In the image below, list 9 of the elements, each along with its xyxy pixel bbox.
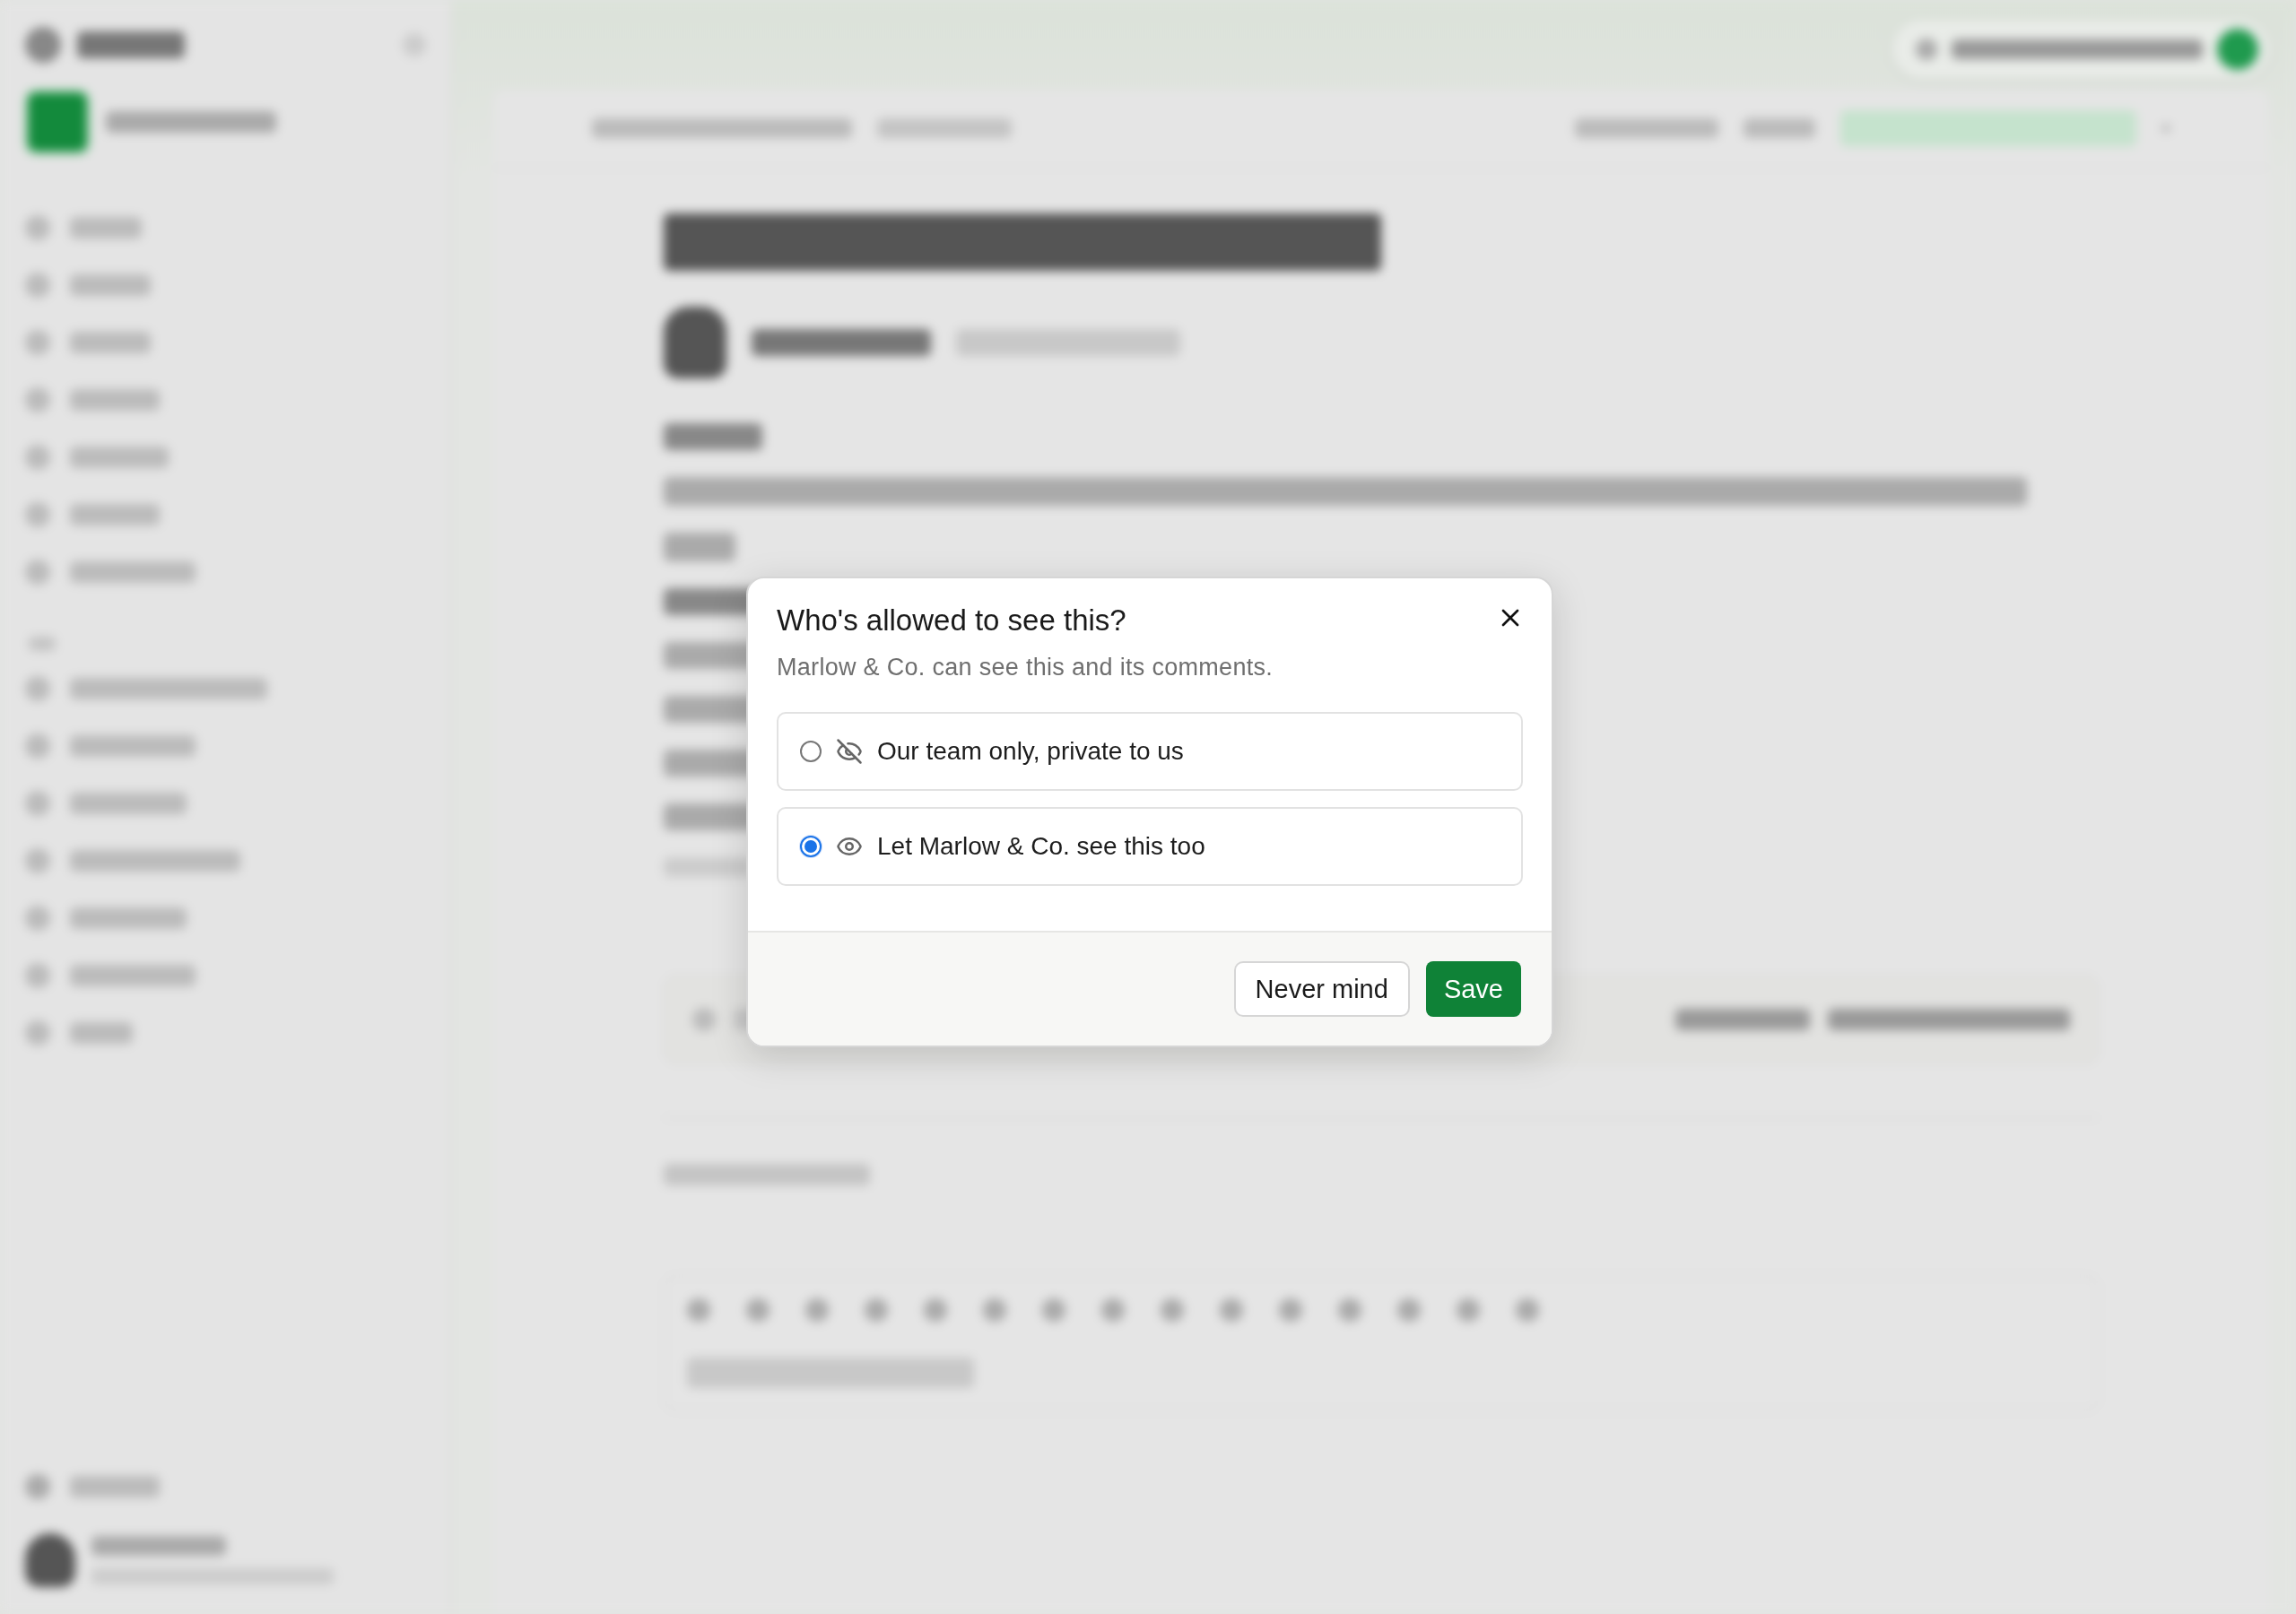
dialog-title: Who's allowed to see this? [777,603,1126,638]
visibility-option[interactable]: Let Marlow & Co. see this too [777,807,1523,886]
visibility-option[interactable]: Our team only, private to us [777,712,1523,791]
eye-off-icon [836,738,863,765]
radio-button[interactable] [800,836,822,857]
save-button[interactable]: Save [1425,961,1521,1017]
radio-button[interactable] [800,741,822,762]
cancel-button[interactable]: Never mind [1233,961,1410,1017]
dialog-subtitle: Marlow & Co. can see this and its comments. [777,654,1274,681]
